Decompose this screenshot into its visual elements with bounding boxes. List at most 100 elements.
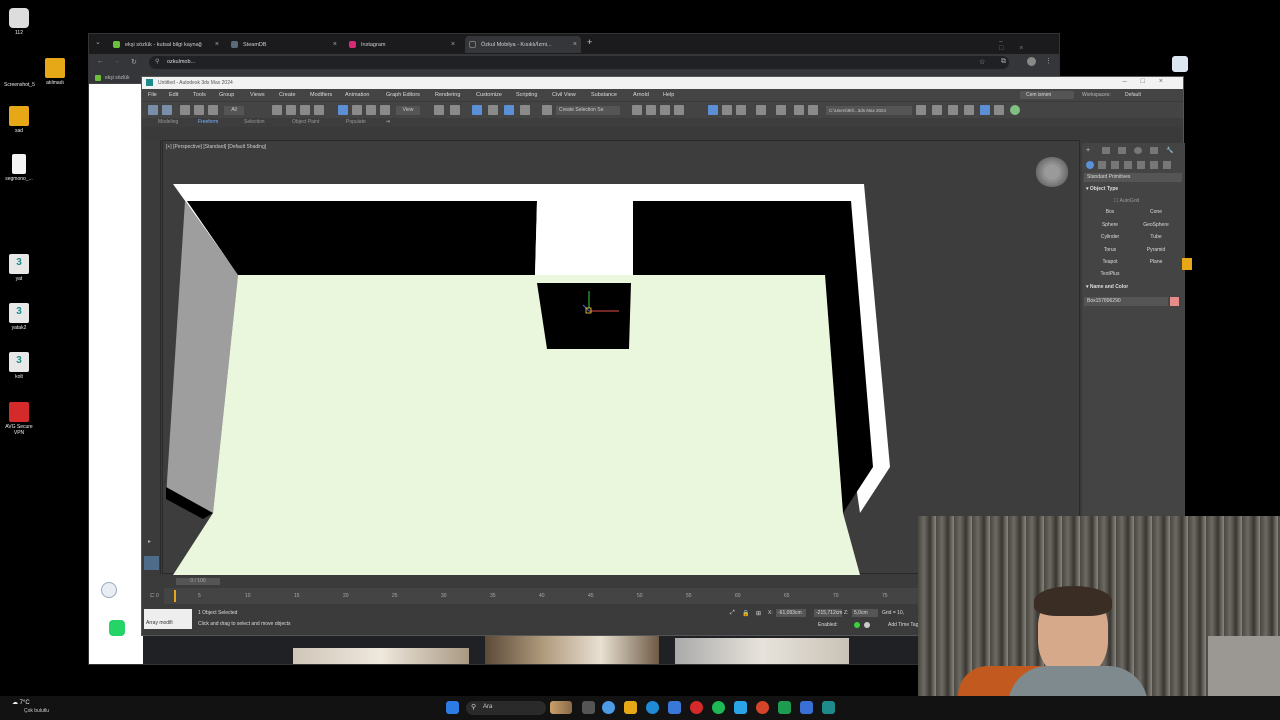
redo-icon[interactable] [162,105,172,115]
display-tab-icon[interactable] [1150,147,1158,154]
time-tag-toggle[interactable] [864,622,870,628]
create-tab-icon[interactable]: + [1086,147,1090,154]
menu-substance[interactable]: Substance [591,92,617,98]
teapot-button[interactable]: Teapot [1090,257,1130,267]
window-controls[interactable]: –□× [1123,78,1177,85]
pivot-center-icon[interactable] [434,105,444,115]
isolate-selection-icon[interactable]: ⤢ [730,610,735,617]
menu-file[interactable]: File [148,92,157,98]
menu-create[interactable]: Create [279,92,296,98]
sync-icon[interactable] [1010,105,1020,115]
menu-arnold[interactable]: Arnold [633,92,649,98]
material-editor-icon[interactable] [756,105,766,115]
align-icon[interactable] [646,105,656,115]
whatsapp-icon[interactable] [109,620,125,636]
window-crossing-icon[interactable] [314,105,324,115]
link-icon[interactable] [180,105,190,115]
close-tab-icon[interactable]: × [573,41,577,48]
project-path-field[interactable]: C:\Users\90\...3ds Max 2024 [826,106,912,115]
app-icon[interactable] [800,701,813,714]
product-thumbnail[interactable] [485,634,659,664]
tab-ozkul-active[interactable]: Özkul Mobilya - Kısıklı/İzmi... × [465,36,581,53]
object-name-input[interactable]: Box157896290 [1084,297,1168,306]
new-tab-button[interactable]: + [587,37,592,47]
menu-kebab-icon[interactable]: ⋮ [1045,57,1052,65]
project-folder-icon[interactable] [916,105,926,115]
menu-rendering[interactable]: Rendering [435,92,460,98]
weather-widget[interactable]: ☁ 7°C [12,699,30,706]
menu-tools[interactable]: Tools [193,92,206,98]
toggle-layer-explorer-icon[interactable] [674,105,684,115]
menu-customize[interactable]: Customize [476,92,502,98]
adaptive-degradation-toggle[interactable] [854,622,860,628]
select-object-icon[interactable] [272,105,282,115]
cylinder-button[interactable]: Cylinder [1090,232,1130,242]
window-controls[interactable]: –□× [999,38,1059,52]
ribbon-tab-modeling[interactable]: Modeling [158,119,178,125]
placement-icon[interactable] [380,105,390,115]
timeline-expand-icon[interactable]: ⊏ [150,592,155,599]
tab-instagram[interactable]: Instagram × [345,36,459,53]
desktop-icon-screenshot[interactable]: Screenshot_5 [4,60,35,88]
bind-space-warp-icon[interactable] [208,105,218,115]
desktop-icon-112[interactable]: 112 [4,8,34,36]
edit-named-selection-icon[interactable] [542,105,552,115]
folder-icon[interactable] [1182,258,1192,270]
tab-steamdb[interactable]: SteamDB × [227,36,341,53]
open-folder-icon[interactable] [932,105,942,115]
microsoft-store-icon[interactable] [668,701,681,714]
bookmark-star-icon[interactable]: ☆ [979,58,985,66]
workspace-dropdown[interactable]: Default [1125,92,1141,98]
select-and-scale-icon[interactable] [366,105,376,115]
render-production-icon[interactable] [808,105,818,115]
select-manipulate-icon[interactable] [450,105,460,115]
spotify-icon[interactable] [712,701,725,714]
snaps-toggle-icon[interactable] [472,105,482,115]
menu-civil-view[interactable]: Civil View [552,92,576,98]
render-setup-icon[interactable] [776,105,786,115]
tab-eksi[interactable]: ekşi sözlük - kutsal bilgi kaynağ × [109,36,223,53]
avg-icon[interactable] [756,701,769,714]
helpers-icon[interactable] [1137,161,1145,169]
object-color-swatch[interactable] [1170,297,1179,306]
desktop-icon-segmono[interactable]: segmono_... [4,154,34,182]
menu-animation[interactable]: Animation [345,92,369,98]
ribbon-tab-freeform[interactable]: Freeform [198,119,218,125]
systems-icon[interactable] [1163,161,1171,169]
y-coordinate-field[interactable]: -215,712cm [814,609,842,617]
desktop-icon-avg-vpn[interactable]: AVG Secure VPN [4,402,34,436]
desktop-icon-folder-atilmadi[interactable]: atılmadı [40,58,70,86]
excel-icon[interactable] [778,701,791,714]
space-warps-icon[interactable] [1150,161,1158,169]
close-tab-icon[interactable]: × [451,41,455,48]
z-coordinate-field[interactable]: 5,0cm [852,609,878,617]
modify-tab-icon[interactable] [1102,147,1110,154]
select-by-name-icon[interactable] [286,105,296,115]
ribbon-tab-populate[interactable]: Populate [346,119,366,125]
hierarchy-tab-icon[interactable] [1118,147,1126,154]
curve-editor-icon[interactable] [722,105,732,115]
absolute-mode-icon[interactable]: ⊞ [756,610,761,617]
profile-avatar[interactable] [1027,57,1036,66]
desktop-icon-yat[interactable]: 3 yat [4,254,34,282]
menu-group[interactable]: Group [219,92,234,98]
extensions-icon[interactable]: ⧉ [1001,58,1006,66]
object-type-rollout[interactable]: ▾ Object Type [1086,186,1118,192]
graphite-toolset-icon[interactable] [708,105,718,115]
utilities-tab-icon[interactable]: 🔧 [1166,147,1173,154]
back-arrow-icon[interactable]: ← [97,58,104,65]
undo-icon[interactable] [148,105,158,115]
telegram-icon[interactable] [734,701,747,714]
user-account-button[interactable]: Cem ismen [1020,91,1074,99]
bookmark-item[interactable]: ekşi sözlük [105,75,129,81]
autogrid-checkbox[interactable]: ☐ AutoGrid [1114,198,1139,204]
tube-button[interactable]: Tube [1136,232,1176,242]
task-view-icon[interactable] [582,701,595,714]
track-bar[interactable]: 0 5 10 15 20 25 30 35 40 45 50 55 60 65 … [156,588,920,604]
opera-icon[interactable] [690,701,703,714]
close-tab-icon[interactable]: × [215,41,219,48]
recycle-bin-icon[interactable] [1172,56,1188,72]
sphere-button[interactable]: Sphere [1090,220,1130,230]
asset-tracking-icon[interactable] [948,105,958,115]
viewport-layout-icon[interactable] [144,556,159,570]
